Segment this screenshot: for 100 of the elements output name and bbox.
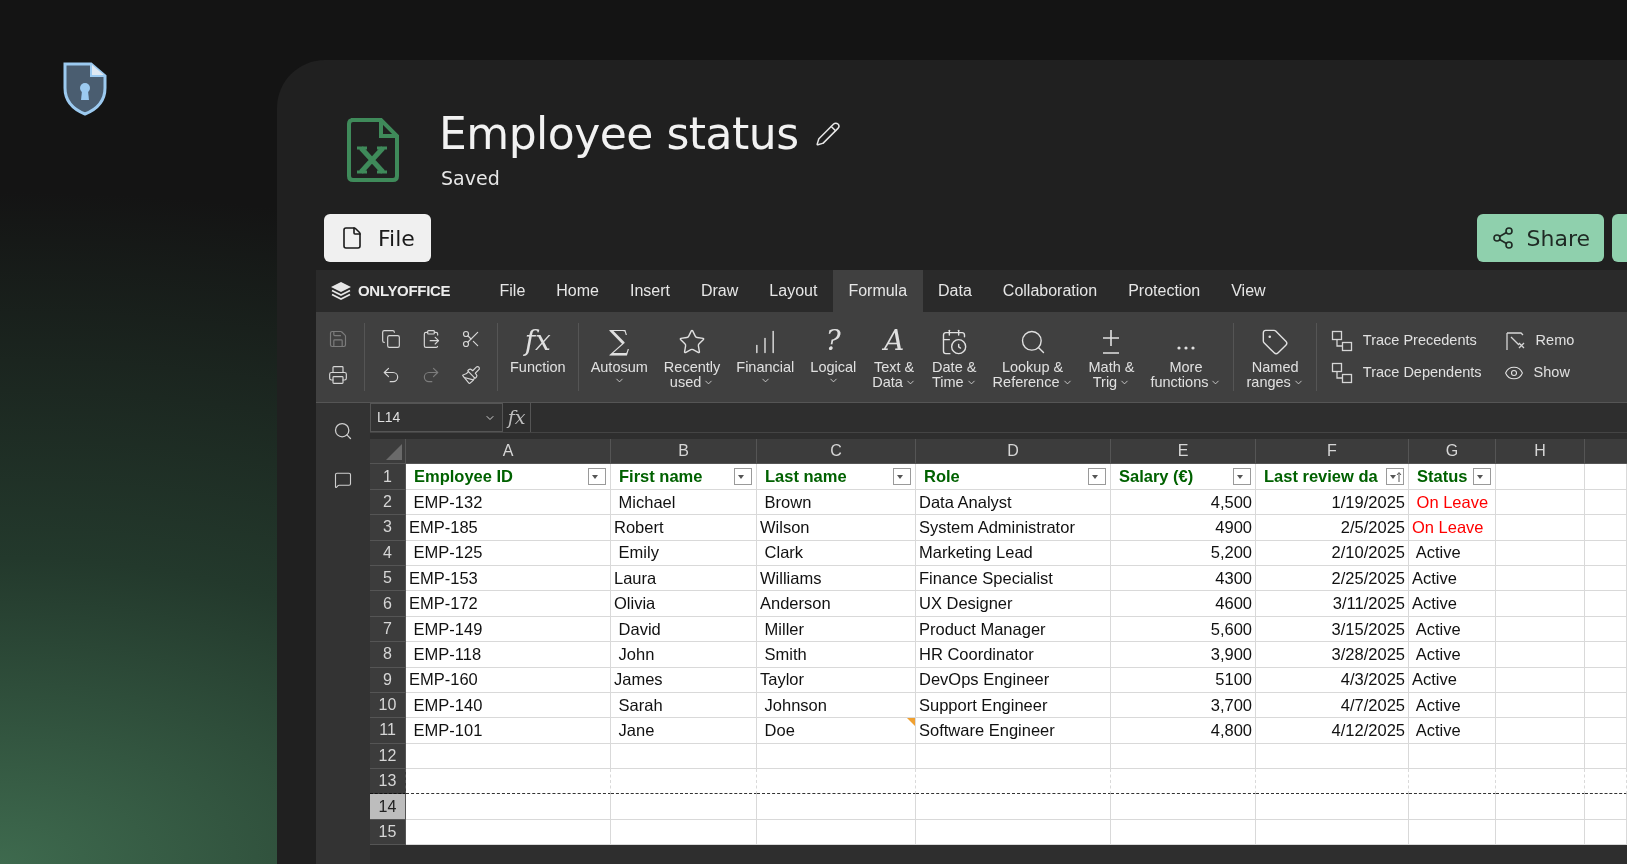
table-cell: Smith: [757, 642, 916, 668]
table-cell: 2/10/2025: [1256, 540, 1409, 566]
table-cell: 2/5/2025: [1256, 515, 1409, 541]
row-header[interactable]: 1: [370, 464, 406, 490]
menu-tab[interactable]: Collaboration: [987, 270, 1113, 312]
filter-dropdown-button[interactable]: [1088, 468, 1106, 486]
column-header[interactable]: C: [757, 439, 916, 465]
table-cell: Product Manager: [916, 616, 1111, 643]
column-title: Role: [923, 466, 960, 488]
trace-tool-button[interactable]: Show: [1503, 362, 1575, 384]
menu-tab[interactable]: Home: [540, 270, 615, 312]
trace-tool-button[interactable]: Trace Dependents: [1330, 362, 1482, 384]
row-header[interactable]: 8: [370, 642, 406, 668]
name-box[interactable]: L14: [370, 403, 503, 432]
row-header[interactable]: 3: [370, 515, 406, 541]
table-cell: [1585, 819, 1627, 846]
table-cell: EMP-160: [406, 667, 611, 693]
cut-icon: [461, 329, 481, 349]
column-header[interactable]: G: [1409, 439, 1496, 465]
table-cell: David: [611, 616, 757, 643]
row-header[interactable]: 12: [370, 743, 406, 770]
star-icon: [678, 328, 707, 356]
linked-boxes-icon: [1330, 362, 1353, 384]
filter-dropdown-button[interactable]: [1473, 468, 1491, 486]
column-header[interactable]: D: [916, 439, 1111, 465]
menu-tab[interactable]: View: [1215, 270, 1282, 312]
table-cell: EMP-101: [406, 718, 611, 744]
table-cell: 3,700: [1111, 692, 1256, 719]
menu-tab[interactable]: Draw: [685, 270, 754, 312]
menu-tab[interactable]: Layout: [753, 270, 833, 312]
row-header[interactable]: 13: [370, 769, 406, 795]
row-header[interactable]: 14: [370, 794, 406, 820]
menu-tab[interactable]: Formula: [832, 270, 923, 312]
menu-tab[interactable]: File: [484, 270, 541, 312]
table-cell: Laura: [611, 565, 757, 592]
cut-off-button[interactable]: [1612, 214, 1627, 262]
function-category-button[interactable]: A Text & Data: [866, 322, 922, 400]
function-category-button[interactable]: ? Logical: [804, 322, 863, 400]
sort-arrow-icon: [1388, 470, 1402, 483]
function-category-button[interactable]: Recently used: [657, 322, 727, 400]
row-header[interactable]: 15: [370, 819, 406, 846]
function-category-button[interactable]: Date & Time: [925, 322, 983, 400]
function-category-button[interactable]: Named ranges: [1240, 322, 1310, 400]
filter-dropdown-button[interactable]: [893, 468, 911, 486]
table-cell: 4/7/2025: [1256, 692, 1409, 719]
trace-tool-button[interactable]: Remo: [1503, 330, 1575, 352]
function-category-button[interactable]: Financial: [730, 322, 801, 400]
function-category-button[interactable]: Lookup & Reference: [986, 322, 1079, 400]
filter-dropdown-button[interactable]: [1233, 468, 1251, 486]
function-category-button[interactable]: fx Function: [504, 322, 572, 400]
row-header[interactable]: 4: [370, 540, 406, 566]
table-cell: [1585, 565, 1627, 592]
rename-pencil-icon[interactable]: [814, 121, 841, 147]
column-header[interactable]: H: [1496, 439, 1585, 465]
status-cell: On Leave: [1409, 489, 1496, 516]
undo-icon: [381, 365, 401, 385]
row-header[interactable]: 2: [370, 489, 406, 516]
comment-icon[interactable]: [334, 471, 352, 489]
column-header[interactable]: A: [406, 439, 611, 465]
row-header[interactable]: 6: [370, 591, 406, 617]
row-header[interactable]: 10: [370, 692, 406, 719]
table-cell: [1585, 464, 1627, 490]
table-cell: [1585, 794, 1627, 820]
table-cell: Clark: [757, 540, 916, 566]
table-cell: [1585, 616, 1627, 643]
table-cell: 4600: [1111, 591, 1256, 617]
copy-icon: [381, 329, 401, 349]
table-cell: Software Engineer: [916, 718, 1111, 744]
column-header[interactable]: B: [611, 439, 757, 465]
calendar-clock-icon: [940, 328, 969, 356]
trace-tool-button[interactable]: Trace Precedents: [1330, 330, 1482, 352]
row-header[interactable]: 7: [370, 616, 406, 643]
function-category-button[interactable]: Math & Trig: [1082, 322, 1141, 400]
menu-tab[interactable]: Data: [922, 270, 988, 312]
filter-dropdown-button[interactable]: [734, 468, 752, 486]
table-cell: Anderson: [757, 591, 916, 617]
search-icon[interactable]: [333, 421, 353, 441]
column-header[interactable]: [1585, 439, 1627, 465]
function-category-button[interactable]: More functions: [1144, 322, 1228, 400]
file-button[interactable]: File: [324, 214, 431, 262]
table-cell: EMP-172: [406, 591, 611, 617]
menu-tab[interactable]: Protection: [1112, 270, 1216, 312]
column-header[interactable]: F: [1256, 439, 1409, 465]
table-cell: 4300: [1111, 565, 1256, 592]
table-cell: 1/19/2025: [1256, 489, 1409, 516]
status-cell: On Leave: [1409, 515, 1496, 541]
menu-tab[interactable]: Insert: [614, 270, 686, 312]
table-cell: DevOps Engineer: [916, 667, 1111, 693]
table-cell: 5,600: [1111, 616, 1256, 643]
column-title: Salary (€): [1118, 466, 1194, 488]
status-cell: Active: [1409, 692, 1496, 719]
sort-filter-button[interactable]: [1386, 468, 1404, 486]
filter-dropdown-button[interactable]: [588, 468, 606, 486]
column-header[interactable]: E: [1111, 439, 1256, 465]
function-category-button[interactable]: ∑ Autosum: [584, 322, 654, 400]
row-header[interactable]: 5: [370, 565, 406, 592]
table-cell: Johnson: [757, 692, 916, 719]
share-button[interactable]: Share: [1476, 214, 1604, 262]
row-header[interactable]: 9: [370, 667, 406, 693]
row-header[interactable]: 11: [370, 718, 406, 744]
